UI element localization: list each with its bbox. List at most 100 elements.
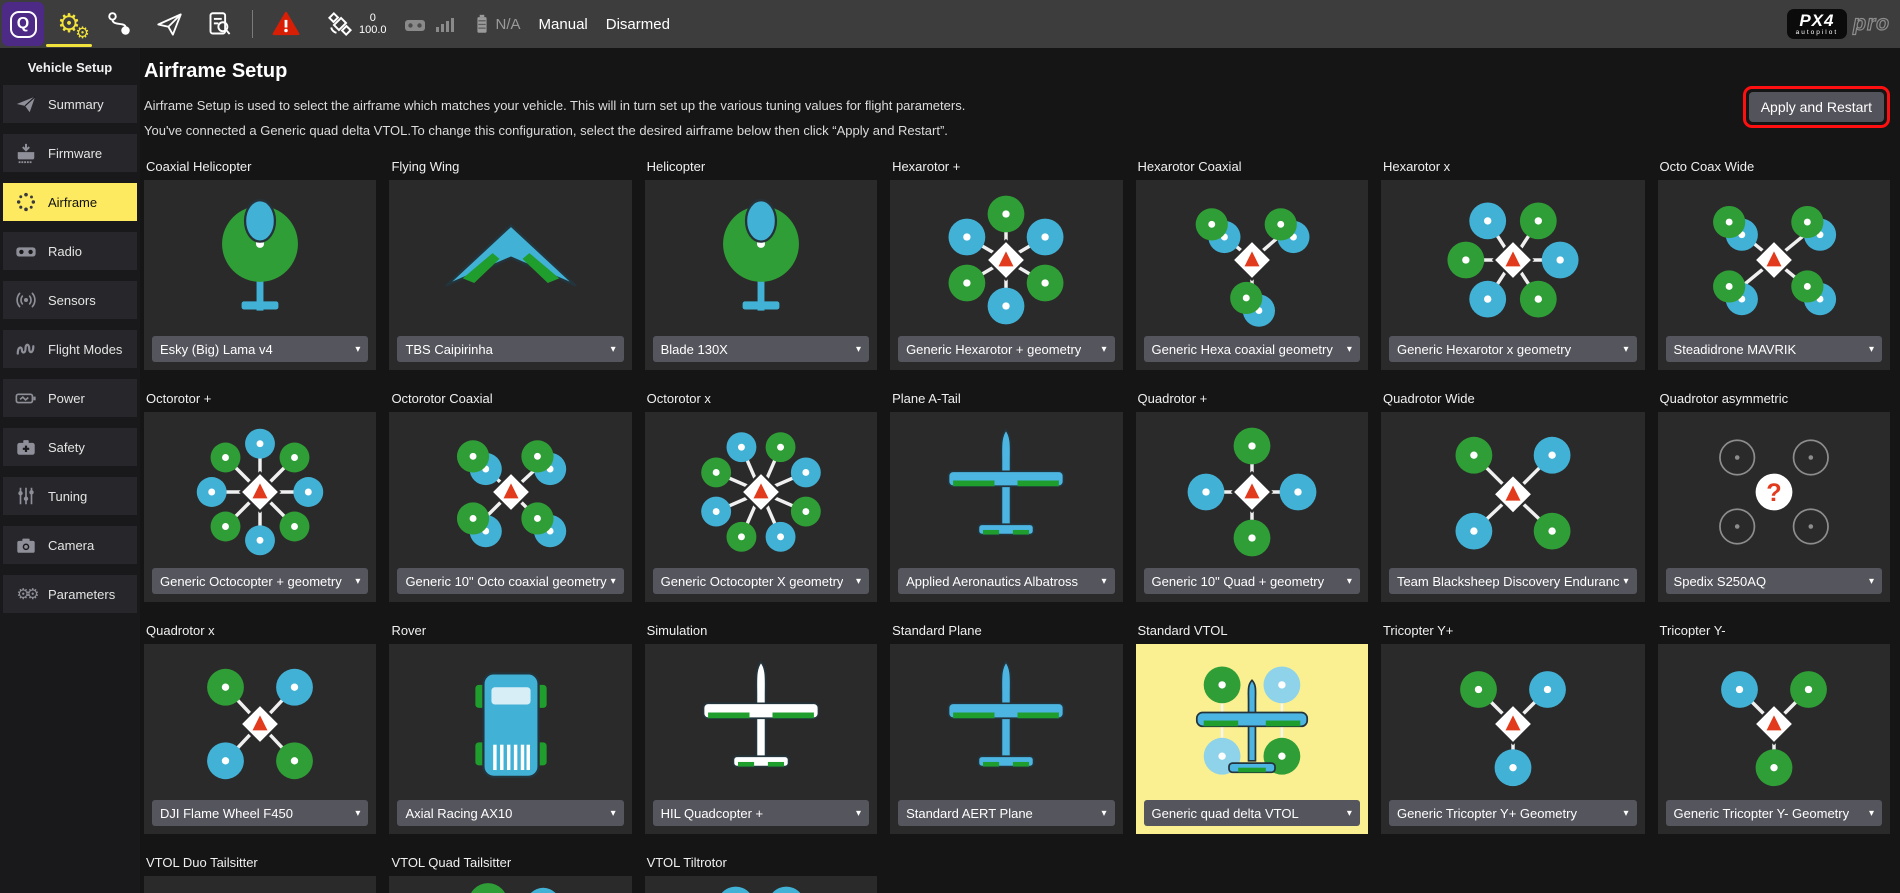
apply-button-highlight-ring: Apply and Restart [1743, 86, 1890, 128]
radio-remote-icon [13, 240, 39, 262]
airframe-card[interactable]: Generic Tricopter Y- Geometry ▾ [1658, 644, 1890, 834]
airframe-variant-dropdown[interactable]: TBS Caipirinha ▾ [397, 336, 623, 362]
px4-pro-logo: PX4 autopilot pro [1787, 9, 1890, 40]
question-mark-icon: ? [1766, 479, 1781, 507]
gps-count: 0 [370, 12, 376, 24]
airframe-card[interactable]: DJI Flame Wheel F450 ▾ [144, 644, 376, 834]
airframe-card[interactable]: Steadidrone MAVRIK ▾ [1658, 180, 1890, 370]
airframe-card[interactable]: Team Blacksheep Discovery Enduranc ▾ [1381, 412, 1645, 602]
airframe-variant-dropdown[interactable]: Axial Racing AX10 ▾ [397, 800, 623, 826]
airframe-card-selected[interactable]: Generic quad delta VTOL ▾ [1136, 644, 1368, 834]
airframe-card[interactable]: Generic Hexarotor + geometry ▾ [890, 180, 1122, 370]
battery-status[interactable]: N/A [471, 11, 521, 37]
simulation-illustration [645, 644, 877, 800]
flight-mode-indicator[interactable]: Manual [539, 16, 588, 33]
sidebar-item-airframe[interactable]: Airframe [3, 183, 137, 221]
airframe-variant-dropdown[interactable]: Generic Hexarotor x geometry ▾ [1389, 336, 1637, 362]
dropdown-value: Spedix S250AQ [1674, 574, 1767, 589]
airframe-variant-dropdown[interactable]: Standard AERT Plane ▾ [898, 800, 1114, 826]
sidebar-item-label: Airframe [48, 195, 97, 210]
airframe-type-label: VTOL Quad Tailsitter [389, 852, 631, 876]
sidebar-item-sensors[interactable]: Sensors [3, 281, 137, 319]
sidebar-item-parameters[interactable]: ⚙⚙ Parameters [3, 575, 137, 613]
dropdown-value: Standard AERT Plane [906, 806, 1033, 821]
fly-button[interactable] [144, 0, 194, 48]
sidebar-item-power[interactable]: Power [3, 379, 137, 417]
airframe-card[interactable]: Generic Hexa coaxial geometry ▾ [1136, 180, 1368, 370]
sidebar-item-label: Safety [48, 440, 85, 455]
qgc-logo[interactable]: Q [2, 2, 44, 46]
sidebar-item-flight-modes[interactable]: Flight Modes [3, 330, 137, 368]
airframe-variant-dropdown[interactable]: Generic Tricopter Y+ Geometry ▾ [1389, 800, 1637, 826]
airframe-cell-vtol-tiltrotor: VTOL Tiltrotor [645, 852, 877, 893]
airframe-cell-quadrotor-asymmetric: Quadrotor asymmetric ? [1658, 388, 1890, 602]
airframe-cell-octorotor-coaxial: Octorotor Coaxial Generic 10" Octo coax [389, 388, 631, 602]
airframe-card[interactable]: HIL Quadcopter + ▾ [645, 644, 877, 834]
sidebar-item-tuning[interactable]: Tuning [3, 477, 137, 515]
airframe-variant-dropdown[interactable]: Team Blacksheep Discovery Enduranc ▾ [1389, 568, 1637, 594]
airframe-card[interactable]: Blade 130X ▾ [645, 180, 877, 370]
analyze-button[interactable] [194, 0, 244, 48]
vehicle-setup-sidebar: Vehicle Setup Summary Firmware [0, 48, 140, 893]
airframe-variant-dropdown[interactable]: Generic Octocopter + geometry ▾ [152, 568, 368, 594]
gps-satellite-icon [325, 9, 355, 39]
plan-button[interactable] [94, 0, 144, 48]
paper-plane-icon [156, 11, 183, 38]
airframe-variant-dropdown[interactable]: Generic 10" Quad + geometry ▾ [1144, 568, 1360, 594]
airframe-variant-dropdown[interactable]: HIL Quadcopter + ▾ [653, 800, 869, 826]
airframe-variant-dropdown[interactable]: Generic Tricopter Y- Geometry ▾ [1666, 800, 1882, 826]
sidebar-item-label: Parameters [48, 587, 115, 602]
gps-status[interactable]: 0 100.0 [325, 9, 387, 39]
airframe-type-label: Rover [389, 620, 631, 644]
airframe-card[interactable]: Generic 10" Octo coaxial geometry ▾ [389, 412, 631, 602]
airframe-card[interactable] [389, 876, 631, 893]
gps-hdop: 100.0 [359, 24, 387, 36]
apply-and-restart-button[interactable]: Apply and Restart [1749, 92, 1884, 122]
airframe-card[interactable]: Esky (Big) Lama v4 ▾ [144, 180, 376, 370]
messages-warning-button[interactable] [261, 0, 311, 48]
airframe-variant-dropdown[interactable]: DJI Flame Wheel F450 ▾ [152, 800, 368, 826]
airframe-variant-dropdown[interactable]: Applied Aeronautics Albatross ▾ [898, 568, 1114, 594]
airframe-cell-hexarotor-coaxial: Hexarotor Coaxial Generic Hexa coaxial g… [1136, 156, 1368, 370]
sidebar-item-firmware[interactable]: Firmware [3, 134, 137, 172]
helicopter-illustration [645, 180, 877, 336]
airframe-card[interactable]: Applied Aeronautics Albatross ▾ [890, 412, 1122, 602]
airframe-variant-dropdown[interactable]: Generic quad delta VTOL ▾ [1144, 800, 1360, 826]
airframe-card[interactable]: TBS Caipirinha ▾ [389, 180, 631, 370]
sidebar-item-safety[interactable]: Safety [3, 428, 137, 466]
airframe-type-label: Plane A-Tail [890, 388, 1122, 412]
airframe-variant-dropdown[interactable]: Generic 10" Octo coaxial geometry ▾ [397, 568, 623, 594]
airframe-variant-dropdown[interactable]: Spedix S250AQ ▾ [1666, 568, 1882, 594]
sidebar-item-summary[interactable]: Summary [3, 85, 137, 123]
dropdown-value: Steadidrone MAVRIK [1674, 342, 1797, 357]
sidebar-item-camera[interactable]: Camera [3, 526, 137, 564]
airframe-type-label: Standard VTOL [1136, 620, 1368, 644]
airframe-card[interactable] [645, 876, 877, 893]
airframe-variant-dropdown[interactable]: Esky (Big) Lama v4 ▾ [152, 336, 368, 362]
airframe-type-label: Standard Plane [890, 620, 1122, 644]
hexarotor-coaxial-illustration [1136, 180, 1368, 336]
airframe-cell-plane-a-tail: Plane A-Tail Applied Aeronautics Albatro… [890, 388, 1122, 602]
airframe-variant-dropdown[interactable]: Generic Hexarotor + geometry ▾ [898, 336, 1114, 362]
airframe-card[interactable]: Generic Octocopter X geometry ▾ [645, 412, 877, 602]
rc-status[interactable] [401, 12, 457, 36]
airframe-card[interactable]: Generic 10" Quad + geometry ▾ [1136, 412, 1368, 602]
airframe-card[interactable]: Standard AERT Plane ▾ [890, 644, 1122, 834]
vehicle-setup-gears-button[interactable]: ⚙⚙ [44, 0, 94, 48]
airframe-card[interactable]: Generic Hexarotor x geometry ▾ [1381, 180, 1645, 370]
airframe-variant-dropdown[interactable]: Blade 130X ▾ [653, 336, 869, 362]
airframe-card[interactable] [144, 876, 376, 893]
airframe-cell-octo-coax-wide: Octo Coax Wide Steadidrone MAVRIK [1658, 156, 1890, 370]
airframe-card[interactable]: Axial Racing AX10 ▾ [389, 644, 631, 834]
arm-state-indicator[interactable]: Disarmed [606, 16, 670, 33]
airframe-variant-dropdown[interactable]: Generic Hexa coaxial geometry ▾ [1144, 336, 1360, 362]
sidebar-item-radio[interactable]: Radio [3, 232, 137, 270]
airframe-card[interactable]: Generic Octocopter + geometry ▾ [144, 412, 376, 602]
pro-text: pro [1853, 12, 1890, 36]
airframe-card[interactable]: ? Spedix S250AQ ▾ [1658, 412, 1890, 602]
airframe-variant-dropdown[interactable]: Generic Octocopter X geometry ▾ [653, 568, 869, 594]
airframe-card[interactable]: Generic Tricopter Y+ Geometry ▾ [1381, 644, 1645, 834]
autopilot-text: autopilot [1796, 30, 1839, 37]
airframe-variant-dropdown[interactable]: Steadidrone MAVRIK ▾ [1666, 336, 1882, 362]
airframe-cell-tricopter-y-plus: Tricopter Y+ Generic Tricopter Y+ Geomet… [1381, 620, 1645, 834]
